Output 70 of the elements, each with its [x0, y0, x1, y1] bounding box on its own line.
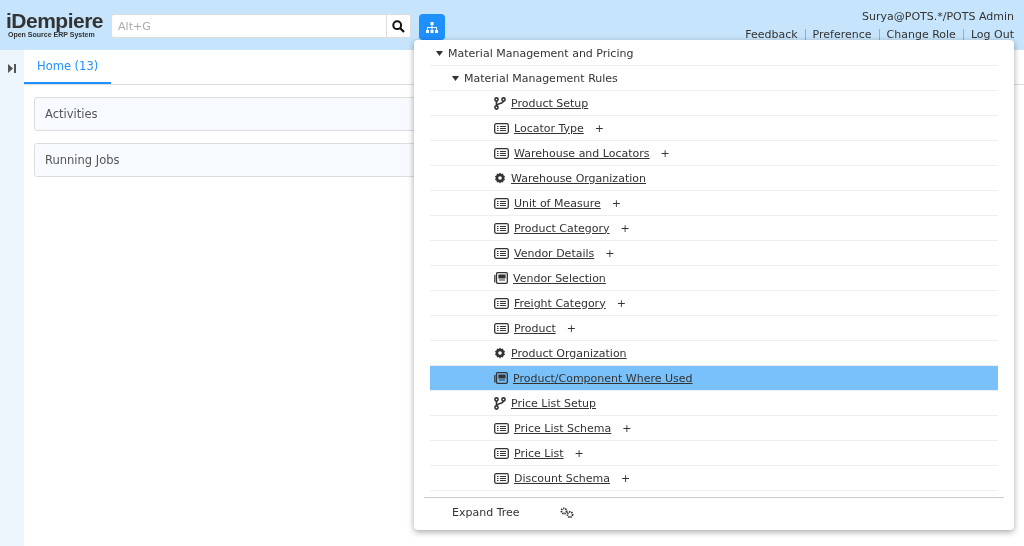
menu-link[interactable]: Product/Component Where Used	[513, 371, 693, 385]
tree-item[interactable]: Product +	[430, 316, 998, 341]
menu-link[interactable]: Warehouse and Locators	[514, 146, 650, 160]
menu-link[interactable]: Price List Schema	[514, 421, 612, 435]
menu-link[interactable]: Vendor Details	[514, 246, 595, 260]
list-icon	[494, 447, 509, 459]
search-field[interactable]: Alt+G	[111, 14, 388, 38]
tree-item[interactable]: Price List Setup	[430, 391, 998, 416]
menu-link[interactable]: Locator Type	[514, 121, 584, 135]
list-icon	[494, 322, 509, 334]
new-record-button[interactable]: +	[616, 296, 626, 310]
gear-icon	[494, 347, 506, 359]
newspaper-icon	[494, 272, 508, 284]
new-record-button[interactable]: +	[574, 446, 584, 460]
tree-item[interactable]: Warehouse and Locators +	[430, 141, 998, 166]
menu-tree-button[interactable]	[419, 14, 446, 40]
new-record-button[interactable]: +	[566, 321, 576, 335]
newspaper-icon	[494, 372, 508, 384]
new-record-button[interactable]: +	[621, 471, 631, 485]
branch-icon	[494, 396, 506, 410]
menu-link[interactable]: Discount Schema	[514, 471, 610, 485]
tree-folder-label[interactable]: Material Management Rules	[464, 71, 618, 85]
tree-item[interactable]: Vendor Selection	[430, 266, 998, 291]
new-record-button[interactable]: +	[605, 246, 615, 260]
tree-item[interactable]: Locator Type +	[430, 116, 998, 141]
tree-item[interactable]: Product/Component Where Used	[430, 366, 998, 391]
menu-link[interactable]: Price List	[514, 446, 564, 460]
menu-link[interactable]: Product	[514, 321, 556, 335]
caret-icon[interactable]	[452, 75, 459, 81]
search-icon	[392, 19, 406, 33]
tree-item[interactable]: Unit of Measure +	[430, 191, 998, 216]
search-button[interactable]	[387, 14, 412, 38]
list-icon	[494, 422, 509, 434]
list-icon	[494, 247, 509, 259]
tree-folder-label[interactable]: Material Management and Pricing	[448, 46, 634, 60]
tree-item[interactable]: Price List +	[430, 441, 998, 466]
expand-sidebar-icon[interactable]	[8, 64, 16, 73]
list-icon	[494, 222, 509, 234]
tree-item[interactable]: Vendor Details +	[430, 241, 998, 266]
new-record-button[interactable]: +	[660, 146, 670, 160]
menu-link[interactable]: Product Setup	[511, 96, 589, 110]
menu-link[interactable]: Warehouse Organization	[511, 171, 646, 185]
menu-link[interactable]: Vendor Selection	[513, 271, 606, 285]
new-record-button[interactable]: +	[622, 421, 632, 435]
tree-item[interactable]: Discount Schema +	[430, 466, 998, 491]
user-role-label: Surya@POTS.*/POTS Admin	[862, 10, 1014, 23]
gears-icon[interactable]	[559, 507, 574, 518]
list-icon	[494, 197, 509, 209]
branch-icon	[494, 96, 506, 110]
new-record-button[interactable]: +	[594, 121, 604, 135]
tree-item[interactable]: Product Setup	[430, 91, 998, 116]
header-link[interactable]: Feedback	[738, 29, 805, 41]
menu-link[interactable]: Freight Category	[514, 296, 606, 310]
sitemap-icon	[426, 21, 439, 33]
list-icon	[494, 122, 509, 134]
gear-icon	[494, 172, 506, 184]
menu-link[interactable]: Unit of Measure	[514, 196, 601, 210]
tree-item[interactable]: Product Category +	[430, 216, 998, 241]
list-icon	[494, 472, 509, 484]
menu-link[interactable]: Product Category	[514, 221, 610, 235]
list-icon	[494, 297, 509, 309]
tree-item[interactable]: Freight Category +	[430, 291, 998, 316]
new-record-button[interactable]: +	[611, 196, 621, 210]
tree-item[interactable]: Warehouse Organization	[430, 166, 998, 191]
menu-link[interactable]: Price List Setup	[511, 396, 597, 410]
new-record-button[interactable]: +	[620, 221, 630, 235]
expand-tree-label[interactable]: Expand Tree	[452, 506, 520, 519]
tree-item[interactable]: Price List Schema +	[430, 416, 998, 441]
list-icon	[494, 147, 509, 159]
menu-link[interactable]: Product Organization	[511, 346, 627, 360]
